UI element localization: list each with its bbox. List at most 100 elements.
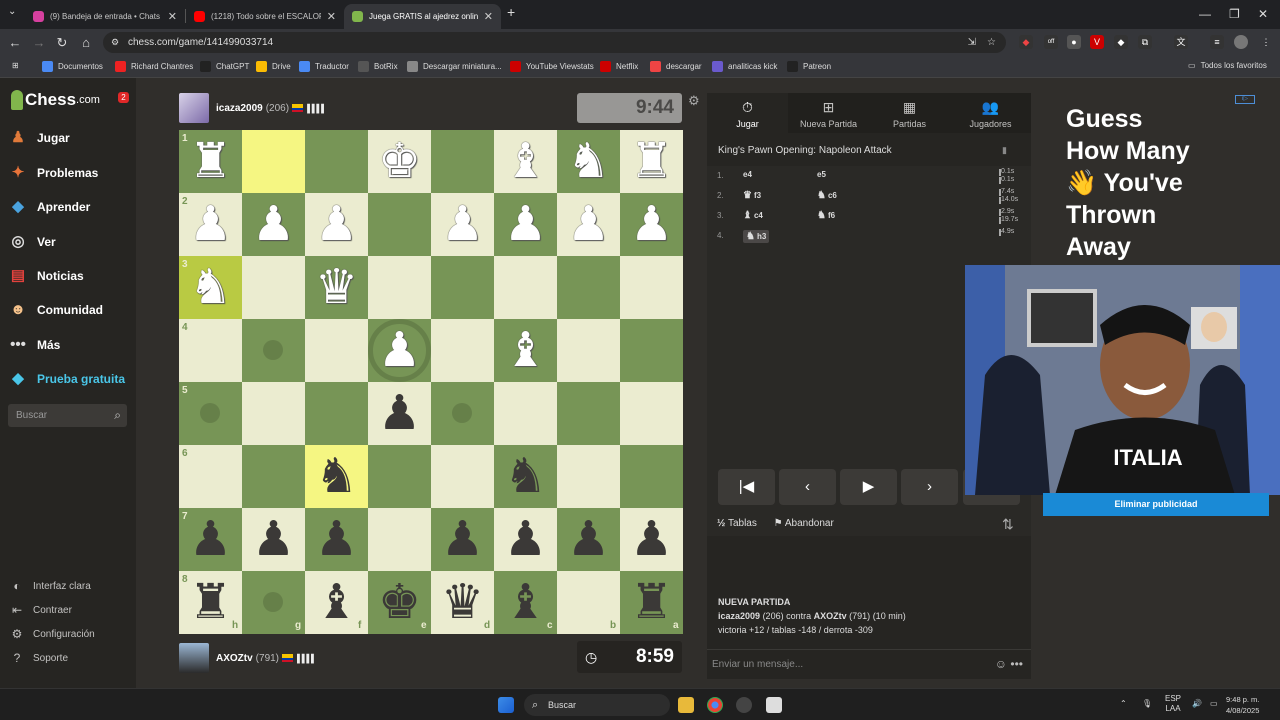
home-icon[interactable]: ⌂ — [77, 34, 95, 52]
back-button[interactable]: ← — [6, 34, 24, 52]
square-d3[interactable] — [431, 256, 494, 319]
emoji-icon[interactable]: ☺ — [995, 657, 1007, 671]
move-black[interactable]: e5 — [817, 170, 826, 179]
site-info-icon[interactable]: ⚙ — [111, 32, 119, 53]
minimize-button[interactable]: — — [1199, 7, 1211, 21]
white-queen-piece[interactable]: ♛ — [305, 256, 368, 319]
black-pawn-piece[interactable]: ♟ — [494, 508, 557, 571]
flip-board-icon[interactable]: ⇅ — [1002, 516, 1014, 533]
black-rook-piece[interactable]: ♜ — [620, 571, 683, 634]
white-pawn-piece[interactable]: ♟ — [179, 193, 242, 256]
resign-button[interactable]: ⚑ Abandonar — [774, 518, 834, 529]
white-king-piece[interactable]: ♚ — [368, 130, 431, 193]
remove-ads-button[interactable]: Eliminar publicidad — [1043, 493, 1269, 516]
play-button[interactable]: ▶ — [840, 469, 897, 505]
forward-button[interactable]: → — [30, 34, 48, 52]
bookmark-drive[interactable]: Drive — [256, 61, 291, 72]
sidebar-bottom-collapse[interactable]: ⇤ Contraer — [10, 603, 72, 617]
move-hint-dot[interactable] — [263, 340, 283, 360]
black-knight-piece[interactable]: ♞ — [494, 445, 557, 508]
black-pawn-piece[interactable]: ♟ — [179, 508, 242, 571]
black-bishop-piece[interactable]: ♝ — [494, 571, 557, 634]
move-hint-dot[interactable] — [452, 403, 472, 423]
white-bishop-piece[interactable]: ♝ — [494, 319, 557, 382]
square-a4[interactable] — [620, 319, 683, 382]
taskbar-search[interactable]: ⌕ Buscar — [524, 694, 670, 716]
extension-icon[interactable]: ◆ — [1019, 35, 1033, 49]
bookmark-traductor[interactable]: Traductor — [299, 61, 349, 72]
square-f4[interactable] — [305, 319, 368, 382]
match-player1[interactable]: icaza2009 — [718, 611, 760, 621]
puzzle-icon[interactable]: ⧉ — [1138, 35, 1152, 49]
bookmark-viewstats[interactable]: YouTube Viewstats — [510, 61, 594, 72]
bookmark-documentos[interactable]: Documentos — [42, 61, 103, 72]
white-pawn-piece[interactable]: ♟ — [242, 193, 305, 256]
install-icon[interactable]: ⇲ — [968, 32, 976, 53]
sidebar-item-aprender[interactable]: ◆ Aprender — [8, 196, 90, 218]
url-field[interactable]: ⚙ chess.com/game/141499033714 ⇲ ☆ — [103, 32, 1006, 53]
square-c5[interactable] — [494, 382, 557, 445]
avatar[interactable] — [179, 93, 209, 123]
black-pawn-piece[interactable]: ♟ — [557, 508, 620, 571]
tab-jugadores[interactable]: 👥 Jugadores — [950, 93, 1031, 133]
close-icon[interactable]: ✕ — [327, 10, 336, 23]
extension-icon[interactable]: ◆ — [1114, 35, 1128, 49]
battery-icon[interactable]: ▭ — [1210, 699, 1218, 708]
microphone-icon[interactable]: 🎙 — [1142, 699, 1152, 708]
white-pawn-piece[interactable]: ♟ — [494, 193, 557, 256]
black-pawn-piece[interactable]: ♟ — [620, 508, 683, 571]
square-c3[interactable] — [494, 256, 557, 319]
bookmark-kick[interactable]: analiticas kick — [712, 61, 777, 72]
white-pawn-piece[interactable]: ♟ — [305, 193, 368, 256]
move-black[interactable]: ♞ c6 — [817, 190, 837, 201]
sidebar-item-jugar[interactable]: ♟ Jugar — [8, 127, 69, 149]
reload-button[interactable]: ↻ — [53, 34, 71, 52]
move-hint-dot[interactable] — [263, 592, 283, 612]
tab-search-icon[interactable]: ⌄ — [8, 6, 16, 17]
menu-list-icon[interactable]: ≡ — [1210, 35, 1224, 49]
move-white[interactable]: ♝ c4 — [743, 210, 763, 221]
square-f5[interactable] — [305, 382, 368, 445]
square-e7[interactable] — [368, 508, 431, 571]
translate-icon[interactable]: 文 — [1174, 35, 1188, 49]
more-icon[interactable]: ••• — [1010, 657, 1023, 671]
black-pawn-piece[interactable]: ♟ — [305, 508, 368, 571]
square-b5[interactable] — [557, 382, 620, 445]
close-icon[interactable]: ✕ — [168, 10, 177, 23]
move-white[interactable]: e4 — [743, 170, 752, 179]
square-f1[interactable] — [305, 130, 368, 193]
sidebar-bottom-contrast[interactable]: ◐ Interfaz clara — [10, 579, 90, 593]
sidebar-search-input[interactable]: Buscar ⌕ — [8, 404, 127, 427]
sidebar-item-ver[interactable]: ◎ Ver — [8, 231, 55, 253]
sidebar-bottom-gear[interactable]: ⚙ Configuración — [10, 627, 95, 641]
square-e6[interactable] — [368, 445, 431, 508]
white-pawn-piece[interactable]: ♟ — [557, 193, 620, 256]
square-d4[interactable] — [431, 319, 494, 382]
square-g3[interactable] — [242, 256, 305, 319]
square-a5[interactable] — [620, 382, 683, 445]
sidebar-item-problemas[interactable]: ✦ Problemas — [8, 162, 99, 184]
bookmark-chatgpt[interactable]: ChatGPT — [200, 61, 249, 72]
sidebar-bottom-help[interactable]: ? Soporte — [10, 651, 68, 665]
tab-nueva-partida[interactable]: ⊞ Nueva Partida — [788, 93, 869, 133]
sidebar-item-prueba-gratuita[interactable]: ◆ Prueba gratuita — [8, 368, 125, 390]
black-pawn-piece[interactable]: ♟ — [431, 508, 494, 571]
sidebar-item-más[interactable]: ••• Más — [8, 334, 60, 356]
chess-board[interactable]: 1 2 3 4 5 6 7 8 h g f e d c b a ♜ ♚ ♝ ♞ ♜ ♟ ♟ ♟ ♟ ♟ ♟ ♟ ♞ ♛ ♟ ♝ ♟ ♞ ♞ ♟ ♟ ♟ ♟ ♟… — [179, 130, 683, 634]
move-black[interactable]: ♞ f6 — [817, 210, 835, 221]
square-h6[interactable] — [179, 445, 242, 508]
close-icon[interactable]: ✕ — [484, 10, 493, 23]
chrome-icon[interactable] — [707, 697, 723, 713]
square-b6[interactable] — [557, 445, 620, 508]
square-b4[interactable] — [557, 319, 620, 382]
square-h4[interactable] — [179, 319, 242, 382]
bookmark-star-icon[interactable]: ☆ — [987, 32, 996, 53]
previous-move-button[interactable]: ‹ — [779, 469, 836, 505]
document-icon[interactable] — [766, 697, 782, 713]
chevron-up-icon[interactable]: ⌃ — [1120, 699, 1127, 708]
square-d6[interactable] — [431, 445, 494, 508]
sidebar-item-comunidad[interactable]: ☻ Comunidad — [8, 299, 103, 321]
tab-inbox[interactable]: (9) Bandeja de entrada • Chats ✕ — [25, 4, 185, 29]
bookmark-richard[interactable]: Richard Chantres — [115, 61, 193, 72]
black-pawn-piece[interactable]: ♟ — [242, 508, 305, 571]
